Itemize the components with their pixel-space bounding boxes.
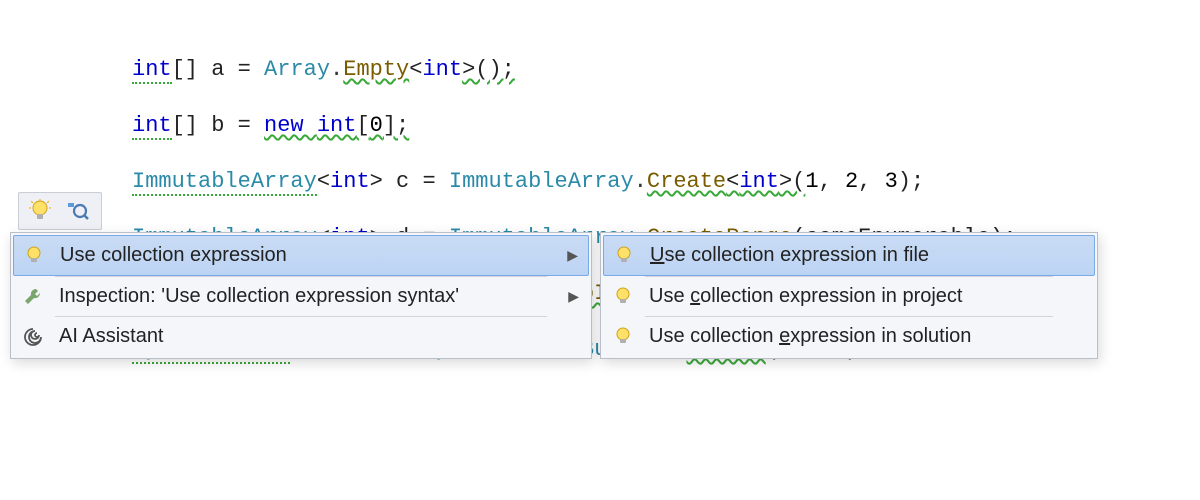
find-icon	[65, 200, 89, 222]
submenu-arrow-icon: ▶	[558, 288, 579, 305]
popup-item-label: Inspection: 'Use collection expression s…	[59, 285, 544, 308]
popup-item-label: AI Assistant	[59, 325, 579, 348]
intention-bulb-gutter[interactable]	[18, 192, 102, 230]
popup-item-ai-assistant[interactable]: AI Assistant	[13, 317, 589, 356]
intention-submenu: Use collection expression in file Use co…	[600, 232, 1098, 359]
submenu-item-label: Use collection expression in file	[650, 244, 1084, 267]
code-line: int[] b = new int[0];	[132, 112, 1017, 140]
bulb-icon	[612, 245, 636, 267]
popup-item-label: Use collection expression	[60, 244, 543, 267]
popup-item-use-collection-expression[interactable]: Use collection expression ▶	[13, 235, 589, 276]
submenu-item-in-solution[interactable]: Use collection expression in solution	[603, 317, 1095, 356]
bulb-icon	[611, 326, 635, 348]
submenu-item-in-project[interactable]: Use collection expression in project	[603, 277, 1095, 316]
wrench-icon	[21, 287, 45, 307]
bulb-icon	[29, 199, 51, 223]
spiral-icon	[21, 327, 45, 347]
submenu-item-label: Use collection expression in solution	[649, 325, 1085, 348]
code-line: int[] a = Array.Empty<int>();	[132, 56, 1017, 84]
submenu-item-label: Use collection expression in project	[649, 285, 1085, 308]
code-line: ImmutableArray<int> c = ImmutableArray.C…	[132, 168, 1017, 196]
submenu-arrow-icon: ▶	[557, 247, 578, 264]
submenu-item-in-file[interactable]: Use collection expression in file	[603, 235, 1095, 276]
popup-item-inspection[interactable]: Inspection: 'Use collection expression s…	[13, 277, 589, 316]
bulb-icon	[22, 245, 46, 267]
bulb-icon	[611, 286, 635, 308]
intention-popup: Use collection expression ▶ Inspection: …	[10, 232, 592, 359]
